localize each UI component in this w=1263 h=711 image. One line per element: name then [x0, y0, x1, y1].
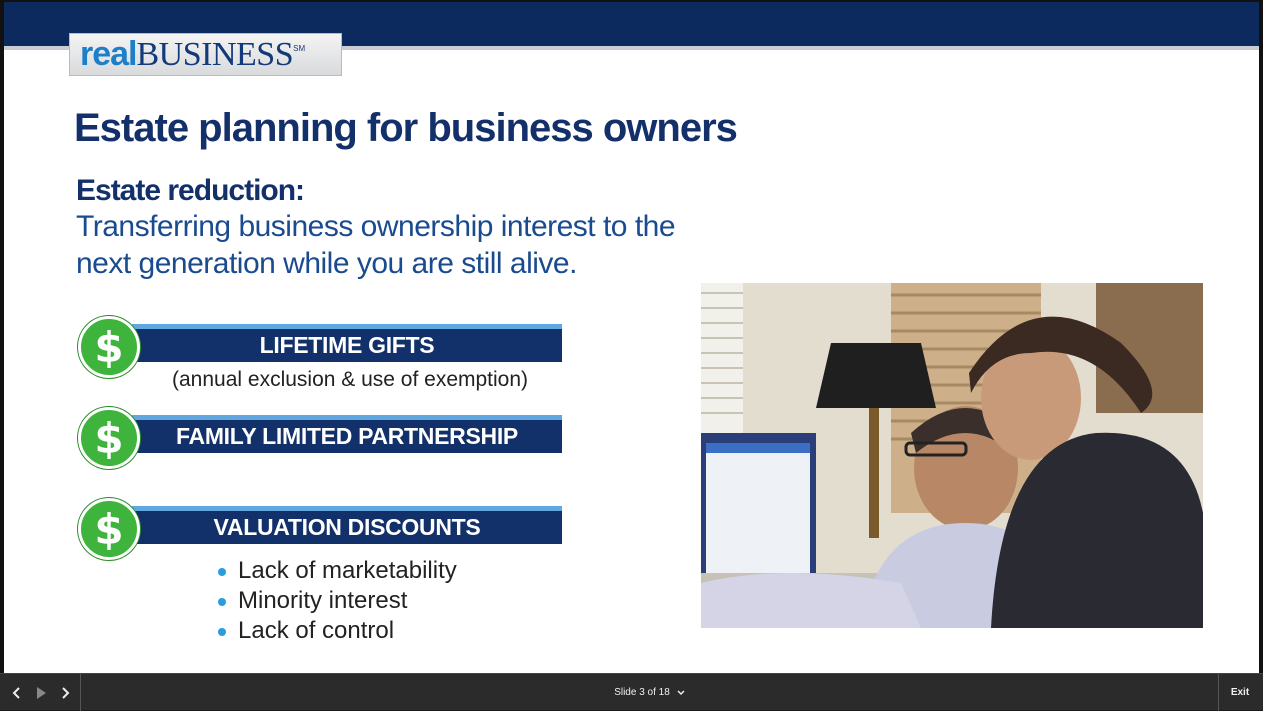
item-valuation-discounts: $ VALUATION DISCOUNTS — [78, 498, 568, 562]
presentation-player: real BUSINESS SM Estate planning for busin… — [0, 0, 1263, 711]
previous-slide-button[interactable] — [6, 674, 28, 711]
slide-subtitle: Estate reduction: — [76, 174, 305, 207]
player-control-bar: Slide 3 of 18 Exit — [0, 673, 1263, 711]
bullet-text: Lack of control — [238, 617, 395, 644]
chevron-left-icon — [12, 686, 20, 699]
item-label: VALUATION DISCOUNTS — [132, 506, 562, 544]
item-note: (annual exclusion & use of exemption) — [172, 368, 529, 391]
list-item: Lack of control — [218, 616, 457, 646]
control-divider — [80, 674, 81, 711]
item-family-limited-partnership: $ FAMILY LIMITED PARTNERSHIP — [78, 407, 568, 471]
dollar-coin-icon: $ — [78, 316, 140, 378]
play-button[interactable] — [30, 674, 52, 711]
bullet-icon — [218, 597, 226, 606]
bullet-list: Lack of marketability Minority interest … — [218, 556, 457, 646]
list-item: Lack of marketability — [218, 556, 457, 586]
play-icon — [37, 686, 46, 699]
bullet-text: Lack of marketability — [238, 557, 457, 584]
logo-sm-mark: SM — [293, 44, 306, 53]
dollar-coin-icon: $ — [78, 498, 140, 560]
chevron-right-icon — [62, 686, 70, 699]
bullet-icon — [218, 627, 226, 636]
chevron-down-icon — [677, 689, 685, 695]
exit-button[interactable]: Exit — [1222, 674, 1258, 711]
logo-business-text: BUSINESS — [136, 35, 294, 73]
slide-counter-menu[interactable]: Slide 3 of 18 — [600, 674, 700, 711]
slide-description: Transferring business ownership interest… — [76, 210, 676, 280]
bullet-text: Minority interest — [238, 587, 408, 614]
list-item: Minority interest — [218, 586, 457, 616]
slide: real BUSINESS SM Estate planning for busin… — [4, 2, 1259, 673]
office-photo — [701, 283, 1203, 628]
item-label: LIFETIME GIFTS — [132, 324, 562, 362]
slide-counter-text: Slide 3 of 18 — [614, 687, 670, 698]
control-divider — [1218, 674, 1219, 711]
dollar-coin-icon: $ — [78, 407, 140, 469]
next-slide-button[interactable] — [54, 674, 76, 711]
slide-title: Estate planning for business owners — [74, 106, 738, 150]
logo-real-text: real — [80, 35, 137, 73]
bullet-icon — [218, 567, 226, 576]
photo-illustration — [701, 283, 1203, 628]
item-label: FAMILY LIMITED PARTNERSHIP — [132, 415, 562, 453]
realbusiness-logo: real BUSINESS SM — [69, 33, 342, 76]
